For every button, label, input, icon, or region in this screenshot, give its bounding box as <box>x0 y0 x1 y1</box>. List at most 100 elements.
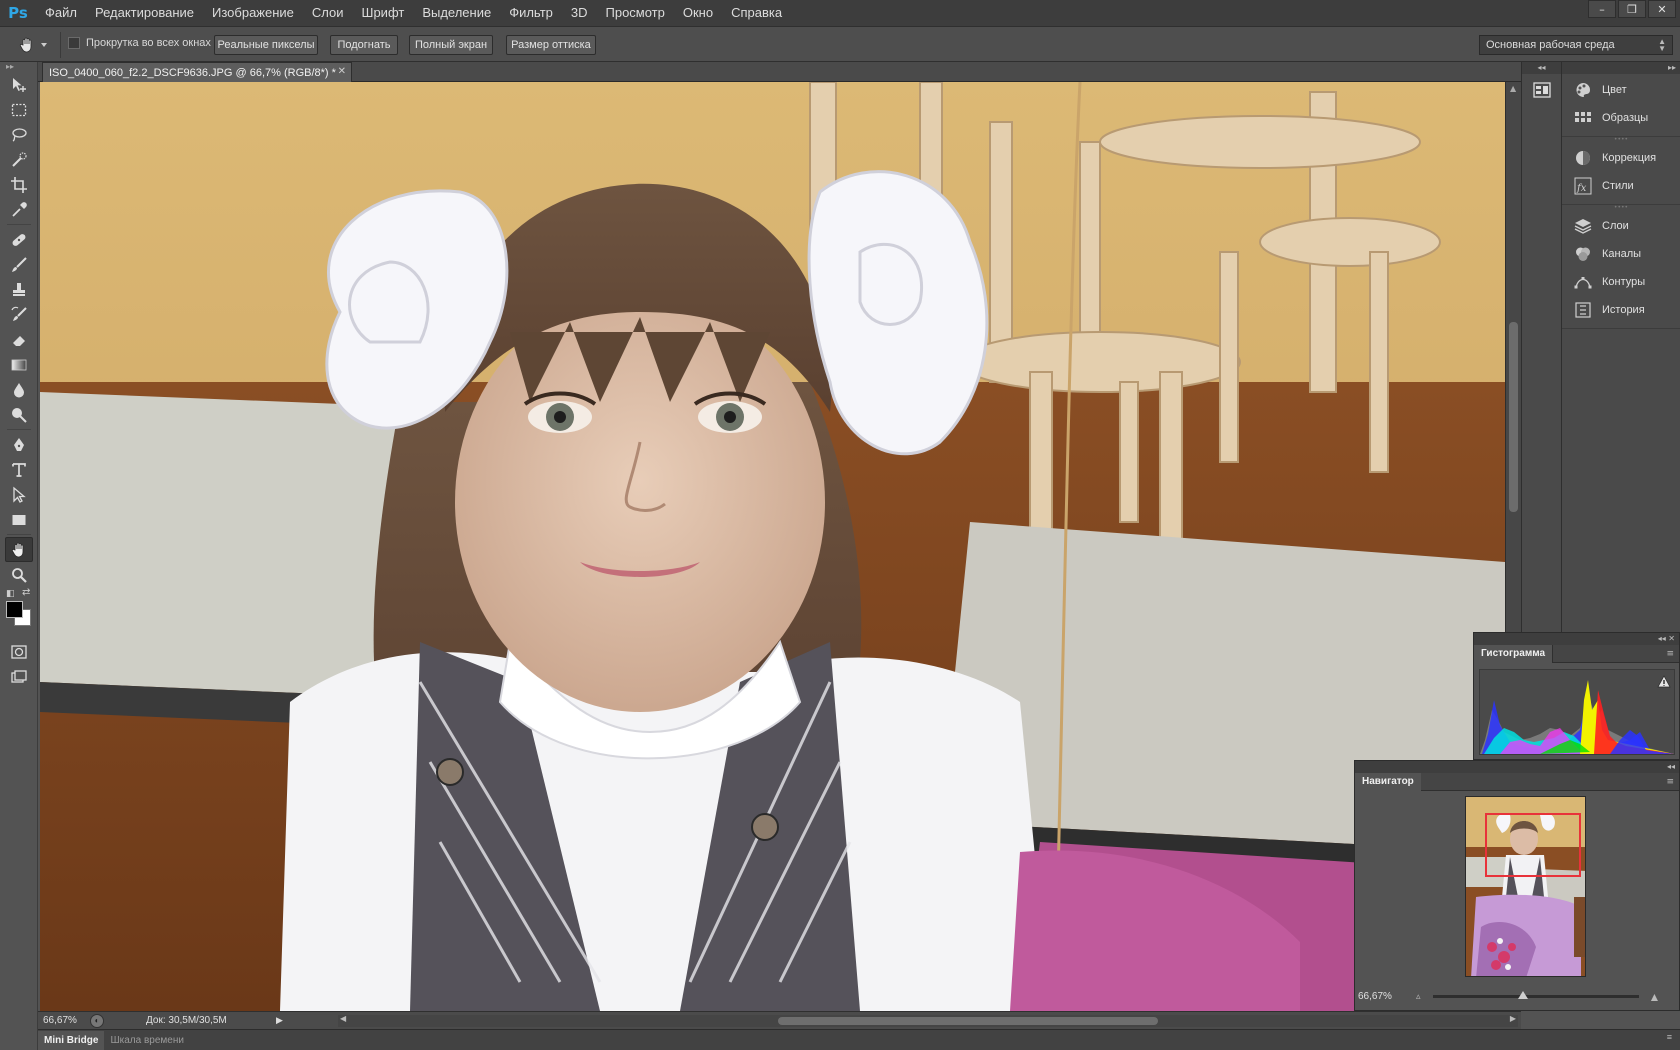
warning-triangle-icon[interactable] <box>1657 675 1671 688</box>
scroll-left-icon[interactable]: ◀ <box>340 1014 346 1023</box>
swap-colors-icon[interactable]: ⇄ <box>22 587 30 598</box>
horizontal-scroll-thumb[interactable] <box>778 1017 1158 1025</box>
panel-menu-icon[interactable]: ≡ <box>1666 649 1674 659</box>
menu-help[interactable]: Справка <box>722 0 791 26</box>
swatches-grid-icon <box>1574 109 1592 127</box>
adjustment-circle-icon <box>1574 149 1592 167</box>
panel-titlebar[interactable]: ◂◂ ✕ <box>1474 633 1679 645</box>
panel-menu-icon[interactable]: ≡ <box>1666 777 1674 787</box>
menu-window[interactable]: Окно <box>674 0 722 26</box>
tab-histogram[interactable]: Гистограмма <box>1474 644 1554 663</box>
expand-panels-icon[interactable]: ◂◂ <box>1522 62 1561 74</box>
tab-navigator[interactable]: Навигатор <box>1355 772 1421 791</box>
navigator-view-rectangle[interactable] <box>1485 813 1581 877</box>
panel-titlebar[interactable]: ◂◂ <box>1355 761 1679 773</box>
menu-view[interactable]: Просмотр <box>597 0 674 26</box>
status-menu-arrow-icon[interactable]: ▶ <box>276 1015 288 1026</box>
pen-tool[interactable] <box>5 432 33 457</box>
foreground-color-swatch[interactable] <box>6 601 23 618</box>
menu-select[interactable]: Выделение <box>413 0 500 26</box>
type-tool[interactable] <box>5 457 33 482</box>
panel-button-color[interactable]: Цвет <box>1562 76 1680 104</box>
zoom-tool[interactable] <box>5 562 33 587</box>
crop-tool[interactable] <box>5 172 33 197</box>
options-bar: Прокрутка во всех окнах Реальные пикселы… <box>0 26 1680 62</box>
collapse-icon[interactable]: ▸▸ <box>0 62 37 72</box>
brush-tool[interactable] <box>5 252 33 277</box>
navigator-thumbnail[interactable] <box>1465 796 1586 977</box>
channels-icon <box>1574 245 1592 263</box>
menu-items: Файл Редактирование Изображение Слои Шри… <box>36 0 791 26</box>
lasso-tool[interactable] <box>5 122 33 147</box>
default-colors-icon[interactable]: ◧ <box>6 589 15 599</box>
marquee-tool[interactable] <box>5 97 33 122</box>
hand-tool[interactable] <box>5 537 33 562</box>
document-tab[interactable]: ISO_0400_060_f2.2_DSCF9636.JPG @ 66,7% (… <box>42 62 352 82</box>
status-info-icon[interactable]: ◐ <box>90 1013 104 1028</box>
workspace-select[interactable]: Основная рабочая среда ▲ ▼ <box>1479 35 1673 55</box>
slider-knob[interactable] <box>1518 991 1529 999</box>
gradient-tool[interactable] <box>5 352 33 377</box>
toolbar-separator <box>7 534 31 535</box>
healing-tool[interactable] <box>5 227 33 252</box>
zoom-field[interactable]: 66,67% <box>38 1015 88 1026</box>
panel-button-paths[interactable]: Контуры <box>1562 268 1680 296</box>
scroll-all-windows-option[interactable]: Прокрутка во всех окнах <box>68 37 211 49</box>
zoom-out-icon[interactable]: ▵ <box>1416 991 1421 1002</box>
menu-3d[interactable]: 3D <box>562 0 597 26</box>
eyedropper-tool[interactable] <box>5 197 33 222</box>
menu-filter[interactable]: Фильтр <box>500 0 562 26</box>
minimize-button[interactable]: – <box>1588 0 1616 18</box>
vertical-scroll-thumb[interactable] <box>1509 322 1518 512</box>
menu-bar: Ps Файл Редактирование Изображение Слои … <box>0 0 1680 26</box>
actual-pixels-button[interactable]: Реальные пикселы <box>214 35 318 55</box>
collapse-dock-icon[interactable]: ▸▸ <box>1562 62 1680 74</box>
print-size-button[interactable]: Размер оттиска <box>506 35 596 55</box>
panel-button-history[interactable]: История <box>1562 296 1680 324</box>
dock-group-adjustments: Коррекция fx Стили <box>1562 142 1680 205</box>
tool-preset-picker[interactable] <box>18 35 58 55</box>
shape-tool[interactable] <box>5 507 33 532</box>
restore-button[interactable]: ❐ <box>1618 0 1646 18</box>
horizontal-scrollbar[interactable]: ◀ ▶ <box>338 1014 1518 1027</box>
menu-layers[interactable]: Слои <box>303 0 353 26</box>
panel-menu-icon[interactable]: ≡ <box>1667 1032 1672 1042</box>
collapsed-panel-strip: ◂◂ <box>1521 62 1561 632</box>
menu-image[interactable]: Изображение <box>203 0 303 26</box>
fill-screen-button[interactable]: Полный экран <box>409 35 493 55</box>
move-tool[interactable] <box>5 72 33 97</box>
panel-button-adjustments[interactable]: Коррекция <box>1562 144 1680 172</box>
stamp-icon <box>13 282 25 296</box>
close-icon[interactable]: ✕ <box>338 66 346 77</box>
path-select-tool[interactable] <box>5 482 33 507</box>
zoom-in-icon[interactable]: ▲ <box>1649 990 1661 1004</box>
tab-timeline[interactable]: Шкала времени <box>104 1031 189 1050</box>
panel-button-swatches[interactable]: Образцы <box>1562 104 1680 132</box>
stamp-tool[interactable] <box>5 277 33 302</box>
eraser-tool[interactable] <box>5 327 33 352</box>
properties-panel-button[interactable] <box>1529 78 1555 102</box>
screen-mode-button[interactable] <box>5 664 33 689</box>
dodge-tool[interactable] <box>5 402 33 427</box>
menu-edit[interactable]: Редактирование <box>86 0 203 26</box>
history-brush-tool[interactable] <box>5 302 33 327</box>
scroll-up-icon[interactable]: ▲ <box>1510 84 1516 93</box>
fit-screen-button[interactable]: Подогнать <box>330 35 398 55</box>
document-canvas[interactable] <box>40 82 1505 1011</box>
gradient-icon <box>11 359 27 370</box>
quick-select-tool[interactable] <box>5 147 33 172</box>
scroll-all-checkbox[interactable] <box>68 37 80 49</box>
menu-file[interactable]: Файл <box>36 0 86 26</box>
blur-tool[interactable] <box>5 377 33 402</box>
quick-mask-button[interactable] <box>5 639 33 664</box>
scroll-right-icon[interactable]: ▶ <box>1510 1014 1516 1023</box>
navigator-zoom-slider[interactable] <box>1432 991 1639 999</box>
close-button[interactable]: ✕ <box>1648 0 1676 18</box>
menu-type[interactable]: Шрифт <box>353 0 414 26</box>
bandage-icon <box>12 233 26 246</box>
panel-button-styles[interactable]: fx Стили <box>1562 172 1680 200</box>
panel-button-channels[interactable]: Каналы <box>1562 240 1680 268</box>
navigator-zoom-value[interactable]: 66,67% <box>1358 991 1416 1002</box>
panel-button-layers[interactable]: Слои <box>1562 212 1680 240</box>
tab-mini-bridge[interactable]: Mini Bridge <box>38 1030 105 1050</box>
